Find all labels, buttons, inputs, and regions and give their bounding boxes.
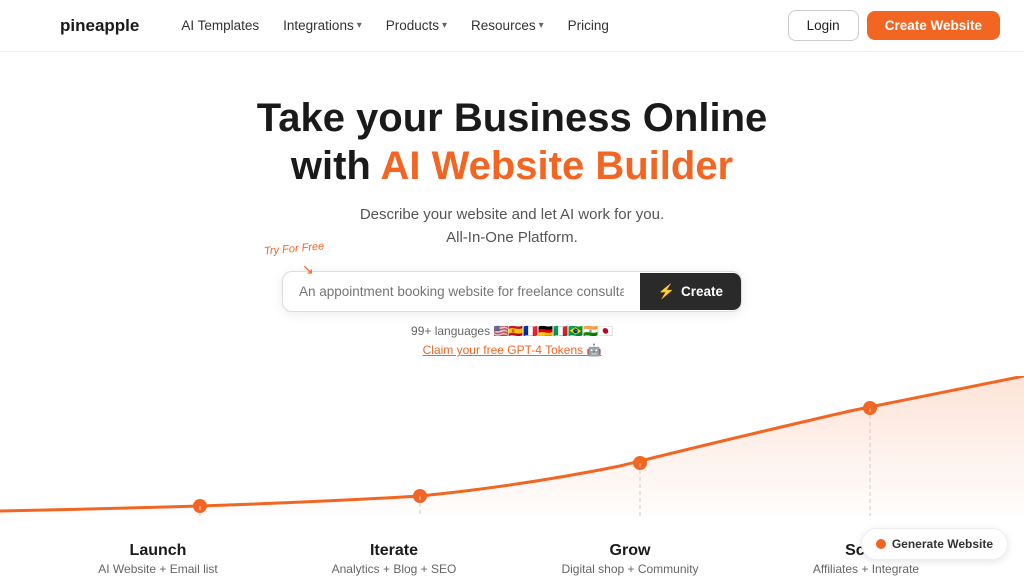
- stage-grow: Grow Digital shop + Community: [550, 542, 710, 576]
- nav-products[interactable]: Products ▾: [376, 12, 457, 39]
- lightning-icon: ⚡: [658, 283, 675, 300]
- generate-website-floating-button[interactable]: Generate Website: [861, 528, 1008, 560]
- svg-text:🍍: 🍍: [24, 14, 51, 39]
- languages-row: 99+ languages 🇺🇸🇪🇸🇫🇷🇩🇪🇮🇹🇧🇷🇮🇳🇯🇵: [411, 324, 613, 338]
- try-label: Try For Free: [264, 240, 325, 257]
- nav-links: AI Templates Integrations ▾ Products ▾ R…: [171, 12, 787, 39]
- search-bar: ⚡ Create: [282, 271, 742, 312]
- stage-iterate: Iterate Analytics + Blog + SEO: [314, 542, 474, 576]
- nav-pricing[interactable]: Pricing: [558, 12, 619, 39]
- hero-section: Take your Business Online with AI Websit…: [0, 52, 1024, 359]
- chevron-down-icon: ▾: [357, 20, 362, 31]
- logo[interactable]: 🍍 pineapple: [24, 12, 139, 40]
- brand-name: pineapple: [60, 16, 139, 36]
- chevron-down-icon: ▾: [442, 20, 447, 31]
- create-button[interactable]: ⚡ Create: [640, 273, 741, 310]
- growth-curve: [0, 376, 1024, 516]
- search-area: Try For Free ↘ ⚡ Create: [282, 271, 742, 312]
- logo-icon: 🍍: [24, 12, 52, 40]
- claim-tokens-link[interactable]: Claim your free GPT-4 Tokens 🤖: [423, 341, 602, 359]
- nav-integrations[interactable]: Integrations ▾: [273, 12, 372, 39]
- navbar: 🍍 pineapple AI Templates Integrations ▾ …: [0, 0, 1024, 52]
- stage-launch: Launch AI Website + Email list: [78, 542, 238, 576]
- chevron-down-icon: ▾: [539, 20, 544, 31]
- status-dot: [876, 539, 886, 549]
- hero-subtitle: Describe your website and let AI work fo…: [360, 204, 664, 249]
- create-website-button[interactable]: Create Website: [867, 11, 1000, 40]
- hero-title: Take your Business Online with AI Websit…: [257, 94, 768, 190]
- website-description-input[interactable]: [283, 272, 640, 311]
- login-button[interactable]: Login: [788, 10, 859, 41]
- arrow-icon: ↘: [302, 261, 314, 278]
- nav-ai-templates[interactable]: AI Templates: [171, 12, 269, 39]
- nav-actions: Login Create Website: [788, 10, 1000, 41]
- nav-resources[interactable]: Resources ▾: [461, 12, 554, 39]
